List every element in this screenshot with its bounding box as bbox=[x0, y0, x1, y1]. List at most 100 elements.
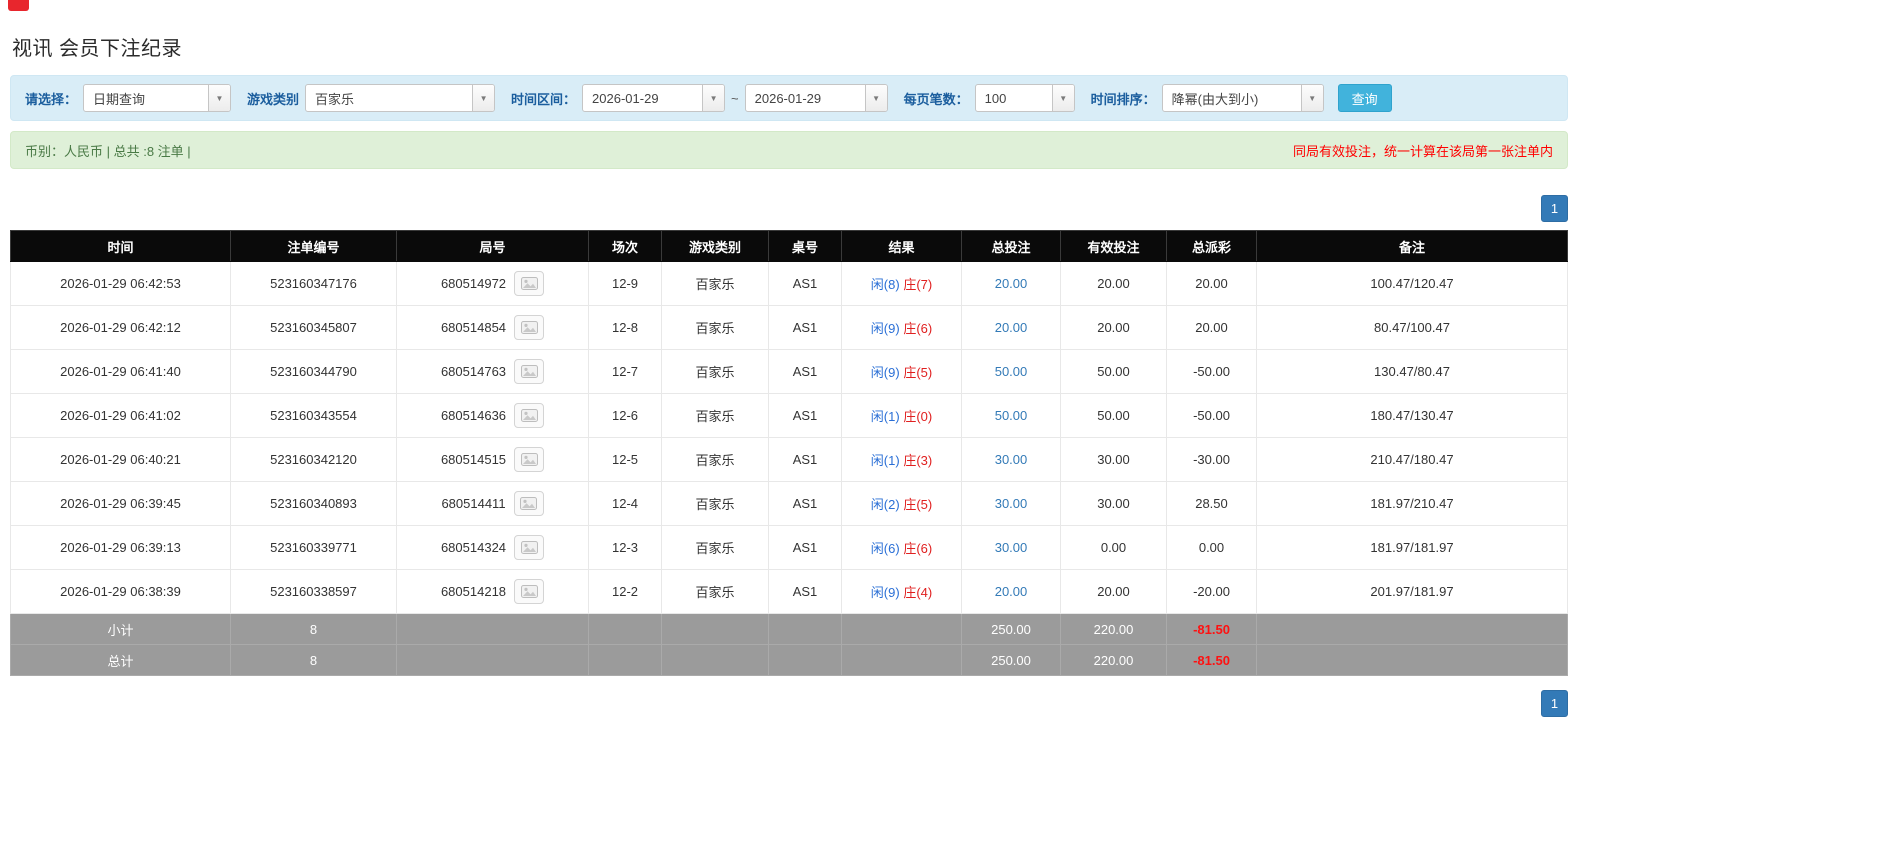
table-row: 2026-01-29 06:42:53 523160347176 680514972… bbox=[10, 261, 1568, 306]
round-result-button[interactable] bbox=[514, 535, 545, 560]
result-player: 闲(9) bbox=[870, 365, 900, 380]
logo-fragment bbox=[8, 0, 29, 11]
total-bet-link[interactable]: 20.00 bbox=[995, 320, 1028, 335]
date-to-value: 2026-01-29 bbox=[754, 90, 822, 106]
round-result-button[interactable] bbox=[514, 579, 545, 604]
round-result-button[interactable] bbox=[514, 271, 545, 296]
table-row: 2026-01-29 06:41:40 523160344790 680514763… bbox=[10, 349, 1568, 394]
footer-empty bbox=[768, 613, 842, 645]
game-type-value: 百家乐 bbox=[315, 91, 355, 107]
cell-bet-id: 523160345807 bbox=[230, 305, 397, 350]
query-type-value: 日期查询 bbox=[93, 91, 146, 107]
cell-game-type: 百家乐 bbox=[661, 393, 769, 438]
page-size-select[interactable]: 100 ▼ bbox=[974, 84, 1075, 112]
total-bet-link[interactable]: 30.00 bbox=[995, 452, 1028, 467]
round-result-button[interactable] bbox=[514, 447, 545, 472]
cell-total-bet: 30.00 bbox=[961, 525, 1061, 570]
cell-round-id: 680514515 bbox=[396, 437, 589, 482]
total-bet-link[interactable]: 50.00 bbox=[995, 364, 1028, 379]
total-bet-link[interactable]: 50.00 bbox=[995, 408, 1028, 423]
cell-round-id: 680514411 bbox=[396, 481, 589, 526]
column-header: 结果 bbox=[841, 230, 962, 262]
round-number: 680514636 bbox=[440, 408, 507, 423]
footer-label: 总计 bbox=[10, 644, 231, 676]
cell-session: 12-4 bbox=[588, 481, 662, 526]
time-sort-select[interactable]: 降幂(由大到小) ▼ bbox=[1161, 84, 1324, 112]
cell-game-type: 百家乐 bbox=[661, 481, 769, 526]
date-from-select[interactable]: 2026-01-29 ▼ bbox=[582, 84, 726, 112]
footer-empty bbox=[841, 613, 962, 645]
pagination-page-button[interactable]: 1 bbox=[1541, 195, 1568, 222]
footer-count: 8 bbox=[230, 644, 397, 676]
cell-bet-id: 523160342120 bbox=[230, 437, 397, 482]
result-banker: 庄(5) bbox=[903, 365, 933, 380]
cell-round-id: 680514636 bbox=[396, 393, 589, 438]
round-result-icon bbox=[520, 585, 538, 598]
result-player: 闲(2) bbox=[870, 497, 900, 512]
cell-payout: -50.00 bbox=[1166, 349, 1257, 394]
cell-result: 闲(6) 庄(6) bbox=[841, 525, 962, 570]
footer-empty bbox=[396, 644, 589, 676]
cell-payout: 0.00 bbox=[1166, 525, 1257, 570]
column-header: 总投注 bbox=[961, 230, 1061, 262]
footer-empty bbox=[1256, 613, 1568, 645]
column-header: 桌号 bbox=[768, 230, 842, 262]
total-bet-link[interactable]: 30.00 bbox=[995, 496, 1028, 511]
total-bet-link[interactable]: 20.00 bbox=[995, 584, 1028, 599]
cell-note: 210.47/180.47 bbox=[1256, 437, 1568, 482]
cell-time: 2026-01-29 06:38:39 bbox=[10, 569, 231, 614]
table-row: 2026-01-29 06:39:45 523160340893 680514411… bbox=[10, 481, 1568, 526]
cell-round-id: 680514854 bbox=[396, 305, 589, 350]
subtotal-row: 小计 8 250.00 220.00 -81.50 bbox=[10, 613, 1568, 645]
cell-session: 12-8 bbox=[588, 305, 662, 350]
round-result-button[interactable] bbox=[514, 359, 545, 384]
cell-payout: -50.00 bbox=[1166, 393, 1257, 438]
footer-empty bbox=[661, 644, 769, 676]
cell-session: 12-3 bbox=[588, 525, 662, 570]
round-result-button[interactable] bbox=[514, 315, 545, 340]
footer-empty bbox=[841, 644, 962, 676]
chevron-down-icon: ▼ bbox=[1300, 85, 1323, 111]
search-button[interactable]: 查询 bbox=[1337, 84, 1392, 112]
cell-valid-bet: 50.00 bbox=[1060, 349, 1167, 394]
result-player: 闲(9) bbox=[870, 321, 900, 336]
game-type-label: 游戏类别 bbox=[247, 91, 300, 107]
round-result-button[interactable] bbox=[514, 403, 545, 428]
cell-total-bet: 30.00 bbox=[961, 481, 1061, 526]
round-result-icon bbox=[520, 453, 538, 466]
round-number: 680514411 bbox=[441, 496, 506, 511]
cell-note: 100.47/120.47 bbox=[1256, 261, 1568, 306]
cell-valid-bet: 30.00 bbox=[1060, 481, 1167, 526]
pagination-page-button[interactable]: 1 bbox=[1541, 690, 1568, 717]
cell-note: 80.47/100.47 bbox=[1256, 305, 1568, 350]
cell-game-type: 百家乐 bbox=[661, 437, 769, 482]
game-type-select[interactable]: 百家乐 ▼ bbox=[305, 84, 496, 112]
result-player: 闲(6) bbox=[870, 541, 900, 556]
cell-payout: 20.00 bbox=[1166, 305, 1257, 350]
result-banker: 庄(4) bbox=[903, 585, 933, 600]
footer-payout: -81.50 bbox=[1166, 644, 1257, 676]
total-bet-link[interactable]: 30.00 bbox=[995, 540, 1028, 555]
cell-bet-id: 523160347176 bbox=[230, 261, 397, 306]
query-type-select[interactable]: 日期查询 ▼ bbox=[83, 84, 232, 112]
cell-result: 闲(9) 庄(4) bbox=[841, 569, 962, 614]
result-banker: 庄(0) bbox=[903, 409, 933, 424]
cell-time: 2026-01-29 06:41:40 bbox=[10, 349, 231, 394]
cell-table-no: AS1 bbox=[768, 437, 842, 482]
cell-valid-bet: 50.00 bbox=[1060, 393, 1167, 438]
time-sort-value: 降幂(由大到小) bbox=[1171, 91, 1259, 107]
footer-empty bbox=[588, 613, 662, 645]
cell-total-bet: 50.00 bbox=[961, 393, 1061, 438]
cell-note: 180.47/130.47 bbox=[1256, 393, 1568, 438]
table-header-row: 时间 注单编号 局号 场次 游戏类别 桌号 结果 总投注 有效投注 总派彩 备注 bbox=[10, 230, 1568, 262]
cell-table-no: AS1 bbox=[768, 305, 842, 350]
page-size-value: 100 bbox=[984, 90, 1007, 106]
round-result-icon bbox=[520, 321, 538, 334]
total-bet-link[interactable]: 20.00 bbox=[995, 276, 1028, 291]
cell-valid-bet: 20.00 bbox=[1060, 305, 1167, 350]
date-to-select[interactable]: 2026-01-29 ▼ bbox=[744, 84, 888, 112]
footer-count: 8 bbox=[230, 613, 397, 645]
round-result-button[interactable] bbox=[513, 491, 544, 516]
footer-empty bbox=[768, 644, 842, 676]
cell-result: 闲(8) 庄(7) bbox=[841, 261, 962, 306]
